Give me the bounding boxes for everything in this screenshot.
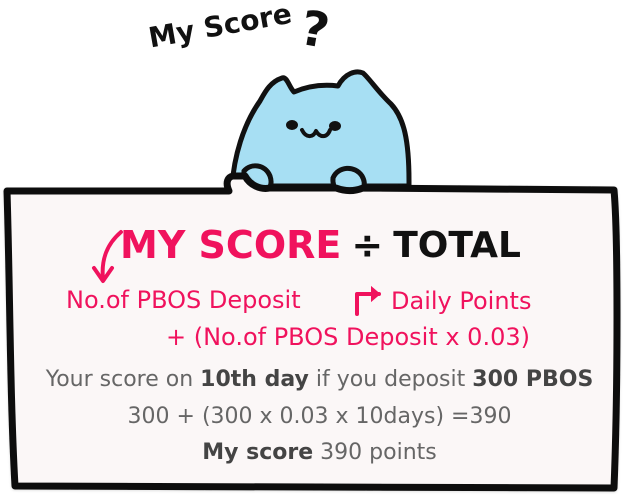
example-prefix: Your score on [45,367,201,392]
divide-symbol: ÷ [351,223,384,267]
formula-headline: MY SCORE ÷ TOTAL [120,223,521,267]
final-score-value: 390 points [320,440,437,465]
my-score-label: MY SCORE [120,223,342,267]
cat-character [229,69,412,198]
daily-points-label: Daily Points [391,287,532,315]
stage: My Score ? MY SCORE ÷ TOTAL No.of PBOS D… [0,0,639,500]
final-score-label: My score [202,440,314,465]
score-calculation: 300 + (300 x 0.03 x 10days) =390 [127,404,512,429]
example-description: Your score on 10th day if you deposit 30… [0,367,639,392]
example-amount: 300 PBOS [472,367,594,392]
total-label: TOTAL [393,224,521,266]
final-score: My score 390 points [0,440,639,465]
deposit-multiplier-expression: + (No.of PBOS Deposit x 0.03) [166,323,530,351]
deposit-text: No.of PBOS Deposit [66,286,301,314]
example-middle: if you deposit [308,367,473,392]
cat-eye-left [286,120,298,130]
example-day: 10th day [200,367,309,392]
